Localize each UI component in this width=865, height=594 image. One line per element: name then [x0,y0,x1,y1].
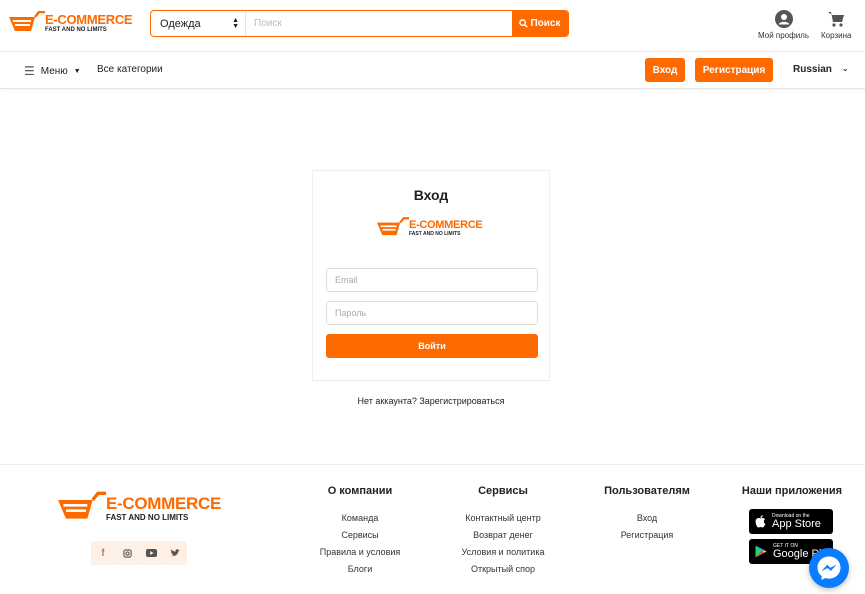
search-button-label: Поиск [530,18,561,29]
cart-link[interactable]: Корзина [821,10,851,40]
footer-column-services: Сервисы Контактный центр Возврат денег У… [448,485,558,578]
register-prompt-link[interactable]: Нет аккаунта? Зарегистрироваться [312,396,550,406]
footer-column-title: Наши приложения [741,485,843,497]
login-card: Вход E-COMMERCE FAST AND NO LIMITS Войти [312,170,550,381]
language-label: Russian [793,64,832,75]
email-field[interactable] [326,268,538,292]
app-store-big-text: App Store [772,517,821,530]
messenger-icon [817,556,841,580]
login-title: Вход [413,187,449,203]
all-categories-link[interactable]: Все категории [97,64,163,75]
card-brand-tagline: FAST AND NO LIMITS [409,230,461,237]
google-play-icon [755,545,767,558]
user-icon [774,10,793,28]
search-category-value: Одежда [160,17,201,30]
search-button[interactable]: Поиск [512,11,568,36]
footer-link[interactable]: Вход [596,510,698,527]
card-brand-logo: E-COMMERCE FAST AND NO LIMITS [377,217,483,239]
search-category-select[interactable]: Одежда ▲ ▼ [151,11,246,36]
footer-link[interactable]: Правила и условия [308,544,412,561]
footer-link[interactable]: Регистрация [596,527,698,544]
brand-logo[interactable]: E-COMMERCE FAST AND NO LIMITS [9,11,133,35]
card-brand-name: E-COMMERCE [409,218,483,231]
search-icon [519,19,529,28]
footer-link[interactable]: Контактный центр [448,510,558,527]
menu-dropdown[interactable]: ☰ Меню ▼ [24,64,81,78]
top-header: E-COMMERCE FAST AND NO LIMITS Одежда ▲ ▼ … [0,0,865,52]
footer-column-title: Пользователям [604,485,690,497]
cart-logo-icon [58,491,106,519]
twitter-icon[interactable] [163,541,187,565]
cart-logo-icon [9,11,45,31]
select-arrows-icon: ▲ ▼ [232,16,239,30]
app-store-badge[interactable]: Download on the App Store [749,509,833,534]
search-input[interactable] [246,11,512,36]
cart-icon [828,12,845,27]
chevron-down-icon: ⌄ [841,64,849,73]
profile-label: Мой профиль [758,31,810,40]
apple-icon [755,515,766,528]
footer-brand-logo[interactable]: E-COMMERCE FAST AND NO LIMITS [58,491,221,525]
footer-link[interactable]: Сервисы [308,527,412,544]
main-nav: ☰ Меню ▼ Все категории Вход Регистрация … [0,52,865,89]
youtube-icon[interactable] [139,541,163,565]
login-button[interactable]: Вход [645,58,685,82]
footer-link[interactable]: Возврат денег [448,527,558,544]
footer-link[interactable]: Блоги [308,561,412,578]
cart-logo-icon [377,217,409,236]
brand-tagline: FAST AND NO LIMITS [45,27,107,33]
password-field[interactable] [326,301,538,325]
footer-brand-tagline: FAST AND NO LIMITS [106,512,189,522]
messenger-chat-button[interactable] [809,548,849,588]
facebook-icon[interactable]: f [91,541,115,565]
search-bar: Одежда ▲ ▼ Поиск [150,10,569,37]
footer-link[interactable]: Команда [308,510,412,527]
footer-column-company: О компании Команда Сервисы Правила и усл… [308,485,412,578]
submit-login-button[interactable]: Войти [326,334,538,358]
instagram-icon[interactable] [115,541,139,565]
footer-column-title: Сервисы [478,485,528,497]
footer-column-apps: Наши приложения [734,485,850,510]
register-button[interactable]: Регистрация [695,58,773,82]
menu-label: Меню [40,65,68,77]
language-selector[interactable]: Russian ⌄ [793,64,849,75]
profile-link[interactable]: Мой профиль [758,10,809,40]
brand-name: E-COMMERCE [45,12,133,27]
social-links: f [91,541,187,565]
cart-label: Корзина [821,31,852,40]
footer-column-users: Пользователям Вход Регистрация [596,485,698,544]
hamburger-icon: ☰ [24,64,35,78]
footer-brand-name: E-COMMERCE [106,493,222,513]
footer-link[interactable]: Открытый спор [448,561,558,578]
footer-link[interactable]: Условия и политика [448,544,558,561]
footer: E-COMMERCE FAST AND NO LIMITS f О компан… [0,464,865,594]
footer-column-title: О компании [327,485,393,497]
caret-down-icon: ▼ [73,67,81,75]
